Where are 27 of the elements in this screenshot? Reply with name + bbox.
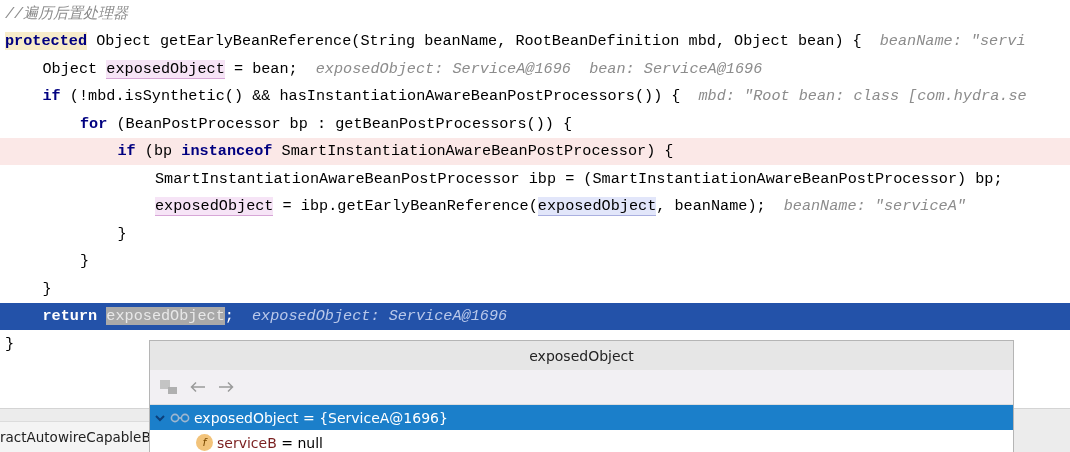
code-line: }	[117, 224, 127, 243]
code-line: }	[42, 279, 52, 298]
inline-value-hint: exposedObject: ServiceA@1696	[251, 307, 508, 326]
code-line: SmartInstantiationAwareBeanPostProcessor ibp = (SmartInstantiationAwareBeanPostProcessor) bp;	[155, 169, 1003, 188]
code-line: Object exposedObject = bean;	[42, 59, 298, 78]
code-line: if (!mbd.isSynthetic() && hasInstantiationAwareBeanPostProcessors()) {	[42, 87, 681, 106]
code-line: }	[5, 334, 15, 353]
code-line: }	[80, 252, 90, 271]
code-line: exposedObject = ibp.getEarlyBeanReference(exposedObject, beanName);	[155, 197, 766, 216]
code-line: for (BeanPostProcessor bp : getBeanPostProcessors()) {	[80, 114, 573, 133]
inline-value-hint: mbd: "Root bean: class [com.hydra.se	[698, 87, 1027, 106]
tree-node-label: exposedObject = {ServiceA@1696}	[194, 409, 448, 426]
layout-icon[interactable]	[160, 379, 178, 395]
field-badge: f	[196, 434, 213, 451]
inline-value-hint: beanName: "servi	[879, 32, 1026, 51]
tree-row[interactable]: exposedObject = {ServiceA@1696}	[150, 405, 1013, 430]
code-line: return exposedObject;	[42, 307, 234, 326]
forward-arrow-icon[interactable]	[218, 381, 234, 393]
glasses-icon	[170, 412, 190, 423]
code-line: protected Object getEarlyBeanReference(String beanName, RootBeanDefinition mbd, Object bean) {	[5, 32, 862, 51]
code-line: if (bp instanceof SmartInstantiationAwareBeanPostProcessor) {	[117, 142, 674, 161]
tree-node-label: serviceB = null	[217, 434, 323, 451]
inline-value-hint: beanName: "serviceA"	[783, 197, 966, 216]
inline-value-hint: exposedObject: ServiceA@1696 bean: ServiceA@1696	[315, 59, 763, 78]
back-arrow-icon[interactable]	[190, 381, 206, 393]
code-comment: //遍历后置处理器	[5, 4, 129, 25]
popup-title: exposedObject	[150, 341, 1013, 370]
